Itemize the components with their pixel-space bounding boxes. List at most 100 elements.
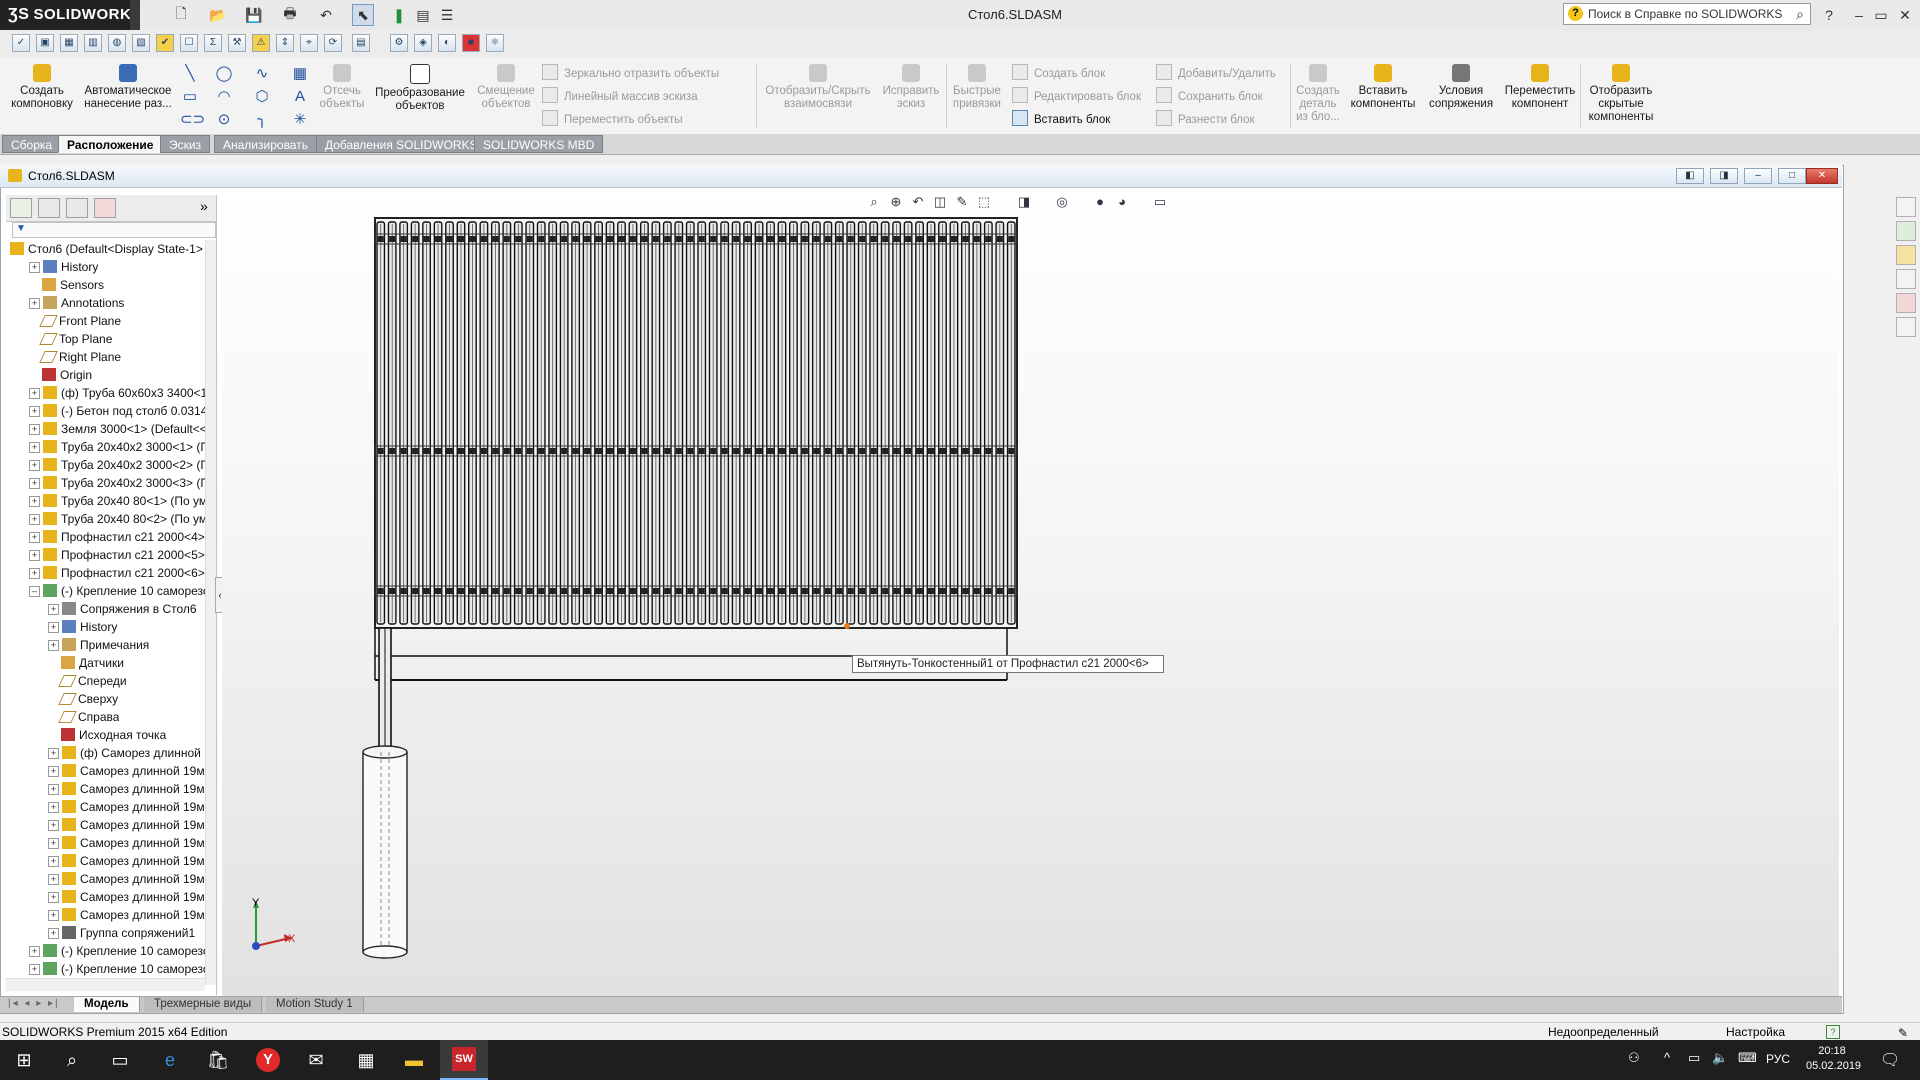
volume-icon[interactable]: 🔈 bbox=[1712, 1050, 1728, 1066]
toolbar-icon-6[interactable]: ▧ bbox=[132, 34, 150, 52]
toolbar-icon-2[interactable]: ▣ bbox=[36, 34, 54, 52]
graphics-area[interactable] bbox=[222, 188, 1839, 1010]
doc-maximize-icon[interactable]: □ bbox=[1778, 168, 1806, 184]
tree-item[interactable]: + History bbox=[10, 258, 98, 276]
section-view-icon[interactable]: ◫ bbox=[932, 194, 948, 210]
resources-icon[interactable] bbox=[1896, 197, 1916, 217]
toolbar-icon-13[interactable]: ⌖ bbox=[300, 34, 318, 52]
expand-toggle-icon[interactable]: + bbox=[48, 604, 59, 615]
tree-item[interactable]: – (-) Крепление 10 саморезов bbox=[10, 582, 205, 600]
tree-item[interactable]: + (ф) Труба 60х60х3 3400<1> ( bbox=[10, 384, 205, 402]
options-icon[interactable]: ☰ bbox=[436, 4, 458, 26]
tree-item[interactable]: Спереди bbox=[10, 672, 127, 690]
toolbar-icon-5[interactable]: ◍ bbox=[108, 34, 126, 52]
expand-toggle-icon[interactable]: + bbox=[48, 622, 59, 633]
tab-mbd[interactable]: SOLIDWORKS MBD bbox=[474, 135, 604, 153]
tray-chevron-icon[interactable]: ^ bbox=[1664, 1050, 1670, 1065]
insert-block-button[interactable]: Вставить блок bbox=[1012, 110, 1110, 128]
tree-item[interactable]: Сверху bbox=[10, 690, 118, 708]
convert-entities-button[interactable]: Преобразование объектов bbox=[372, 64, 468, 113]
language-indicator[interactable]: РУС bbox=[1766, 1052, 1790, 1066]
toolbar-icon-3[interactable]: ▦ bbox=[60, 34, 78, 52]
appearances-icon[interactable] bbox=[1896, 293, 1916, 313]
toolbar-icon-16[interactable]: ⚙ bbox=[390, 34, 408, 52]
help-icon[interactable]: ? bbox=[1818, 4, 1840, 26]
toolbar-icon-18[interactable]: ◐ bbox=[438, 34, 456, 52]
offset-entities-button[interactable]: Смещение объектов bbox=[472, 64, 540, 111]
tree-item[interactable]: + Труба 20х40 80<2> (По умо. bbox=[10, 510, 205, 528]
edit-appearance-icon[interactable]: ● bbox=[1092, 194, 1108, 210]
expand-toggle-icon[interactable]: + bbox=[29, 262, 40, 273]
tree-item[interactable]: + Саморез длинной 19мм bbox=[10, 798, 205, 816]
property-manager-icon[interactable] bbox=[38, 198, 60, 218]
tab-assembly[interactable]: Сборка bbox=[2, 135, 62, 153]
edge-icon[interactable]: e bbox=[146, 1040, 194, 1080]
help-status-icon[interactable]: ? bbox=[1826, 1025, 1840, 1039]
tree-item[interactable]: Справа bbox=[10, 708, 119, 726]
tree-item[interactable]: + (-) Крепление 10 саморезов bbox=[10, 942, 205, 960]
spell-check-icon[interactable]: ✓ bbox=[12, 34, 30, 52]
previous-view-icon[interactable]: ↶ bbox=[910, 194, 926, 210]
tree-item[interactable]: + Группа сопряжений1 bbox=[10, 924, 195, 942]
doc-minimize-icon[interactable]: – bbox=[1744, 168, 1772, 184]
expand-toggle-icon[interactable]: + bbox=[48, 910, 59, 921]
tree-item[interactable]: + Саморез длинной 19мм bbox=[10, 780, 205, 798]
expand-toggle-icon[interactable]: + bbox=[29, 406, 40, 417]
sketch-icon-4[interactable]: ▦ bbox=[290, 64, 310, 84]
expand-toggle-icon[interactable]: + bbox=[29, 568, 40, 579]
show-hidden-components-button[interactable]: Отобразить скрытые компоненты bbox=[1584, 64, 1658, 124]
expand-toggle-icon[interactable]: + bbox=[29, 424, 40, 435]
expand-toggle-icon[interactable]: + bbox=[29, 298, 40, 309]
expand-toggle-icon[interactable]: + bbox=[29, 550, 40, 561]
toolbar-icon-14[interactable]: ⟳ bbox=[324, 34, 342, 52]
make-part-from-block-button[interactable]: Создать деталь из бло... bbox=[1294, 64, 1342, 124]
mirror-entities-button[interactable]: Зеркально отразить объекты bbox=[542, 64, 719, 82]
linear-pattern-button[interactable]: Линейный массив эскиза bbox=[542, 87, 698, 105]
tree-item[interactable]: Стол6 (Default<Display State-1> bbox=[10, 240, 203, 258]
tree-filter[interactable]: ▼ bbox=[12, 222, 216, 238]
expand-panel-icon[interactable]: » bbox=[200, 198, 208, 214]
3d-model[interactable] bbox=[222, 188, 1839, 1010]
display-manager-icon[interactable] bbox=[94, 198, 116, 218]
auto-dimension-button[interactable]: Автоматическое нанесение раз... bbox=[82, 64, 174, 111]
repair-sketch-button[interactable]: Исправить эскиз bbox=[878, 64, 944, 111]
display-style-icon[interactable]: ◨ bbox=[1016, 194, 1032, 210]
tree-item[interactable]: + Примечания bbox=[10, 636, 149, 654]
text-icon[interactable]: A bbox=[290, 87, 310, 107]
tree-item[interactable]: + (-) Бетон под столб 0.0314m bbox=[10, 402, 205, 420]
expand-toggle-icon[interactable]: + bbox=[48, 784, 59, 795]
view-settings-icon[interactable]: ▭ bbox=[1152, 194, 1168, 210]
make-block-button[interactable]: Создать блок bbox=[1012, 64, 1105, 82]
minimize-app-icon[interactable]: – bbox=[1848, 4, 1870, 26]
tree-item[interactable]: + Саморез длинной 19мм bbox=[10, 906, 205, 924]
tree-item[interactable]: + (ф) Саморез длинной 19 bbox=[10, 744, 205, 762]
tab-motion-study[interactable]: Motion Study 1 bbox=[266, 997, 364, 1012]
task-view-icon[interactable]: ▭ bbox=[96, 1040, 144, 1080]
select-cursor-icon[interactable]: ⬉ bbox=[352, 4, 374, 26]
people-icon[interactable]: ⚇ bbox=[1628, 1050, 1640, 1066]
hide-show-items-icon[interactable]: ◎ bbox=[1054, 194, 1070, 210]
tree-item[interactable]: + Труба 20х40х2 3000<3> (По bbox=[10, 474, 205, 492]
tree-item[interactable]: + Саморез длинной 19мм bbox=[10, 870, 205, 888]
clock[interactable]: 20:18 05.02.2019 bbox=[1806, 1044, 1861, 1074]
tab-3d-views[interactable]: Трехмерные виды bbox=[144, 997, 263, 1012]
show-hide-relations-button[interactable]: Отобразить/Скрыть взаимосвязи bbox=[760, 64, 876, 111]
expand-toggle-icon[interactable]: + bbox=[48, 838, 59, 849]
tree-item[interactable]: + Труба 20х40х2 3000<1> (По bbox=[10, 438, 205, 456]
expand-toggle-icon[interactable]: – bbox=[29, 586, 40, 597]
expand-toggle-icon[interactable]: + bbox=[48, 802, 59, 813]
expand-toggle-icon[interactable]: + bbox=[48, 856, 59, 867]
close-app-icon[interactable]: ✕ bbox=[1894, 4, 1916, 26]
view-orientation-icon[interactable]: ⬚ bbox=[976, 194, 992, 210]
expand-toggle-icon[interactable]: + bbox=[48, 820, 59, 831]
file-explorer-taskbar-icon[interactable]: ▬ bbox=[390, 1040, 438, 1080]
tree-item[interactable]: + Профнастил с21 2000<5> (D bbox=[10, 546, 205, 564]
expand-toggle-icon[interactable]: + bbox=[29, 478, 40, 489]
feature-manager-icon[interactable] bbox=[10, 198, 32, 218]
tree-item[interactable]: + Саморез длинной 19мм bbox=[10, 852, 205, 870]
solidworks-taskbar-icon[interactable]: SW bbox=[440, 1040, 488, 1080]
tree-item[interactable]: + Труба 20х40 80<1> (По умо. bbox=[10, 492, 205, 510]
file-explorer-icon[interactable] bbox=[1896, 245, 1916, 265]
spline-icon[interactable]: ∿ bbox=[252, 64, 272, 84]
insert-components-button[interactable]: Вставить компоненты bbox=[1346, 64, 1420, 111]
